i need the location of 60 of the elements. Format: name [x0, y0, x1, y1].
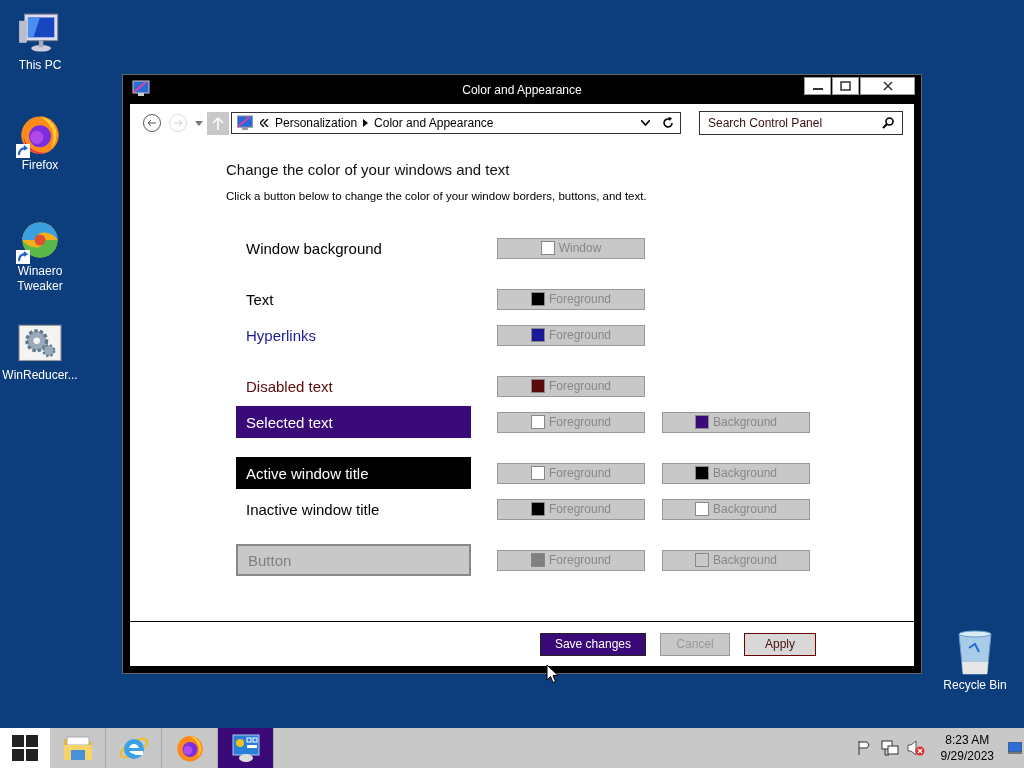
breadcrumb-arrow-icon [363, 119, 369, 127]
element-label: Text [245, 289, 275, 310]
clock-time[interactable]: 8:23 AM [945, 733, 990, 747]
up-arrow-icon [212, 116, 224, 130]
breadcrumb[interactable]: Personalization [275, 116, 358, 130]
firefox-icon[interactable] [174, 733, 205, 763]
page-heading: Change the color of your windows and text [226, 161, 511, 178]
element-label: Disabled text [245, 376, 334, 397]
start-button[interactable] [0, 728, 50, 768]
maximize-icon [840, 81, 851, 91]
desktop-icon-label[interactable]: Firefox [21, 158, 59, 173]
color-button[interactable]: Foreground [497, 288, 645, 310]
element-preview: Button [236, 544, 471, 576]
minimize-button[interactable] [804, 77, 831, 95]
element-label: Window background [245, 238, 383, 259]
refresh-icon[interactable] [662, 117, 674, 129]
breadcrumb[interactable]: Color and Appearance [374, 116, 494, 130]
dialog-button[interactable]: Save changes [539, 632, 646, 656]
color-button[interactable]: Foreground [497, 411, 645, 433]
taskbar-button[interactable] [218, 728, 274, 768]
element-label: Inactive window title [245, 499, 381, 520]
search-field[interactable]: Search Control Panel [699, 111, 903, 135]
desktop-icon-label[interactable]: Recycle Bin [943, 678, 1007, 693]
element-preview: Active window title [236, 457, 471, 489]
description: Click a button below to change the color of your window borders, buttons, and text. [226, 190, 648, 202]
monitor-icon [132, 80, 150, 97]
control-panel-icon[interactable] [229, 733, 262, 763]
color-button[interactable]: Background [662, 462, 810, 484]
element-preview: Selected text [236, 406, 471, 438]
search-icon[interactable] [882, 117, 894, 129]
network-icon[interactable] [880, 740, 899, 756]
color-button[interactable]: Foreground [497, 498, 645, 520]
muted-speaker-icon[interactable] [906, 740, 925, 756]
maximize-button[interactable] [832, 77, 859, 95]
window-title: Color and Appearance [462, 82, 582, 97]
color-button[interactable]: Background [662, 498, 810, 520]
desktop-icon-label[interactable]: This PC [18, 58, 62, 73]
color-button[interactable]: Foreground [497, 549, 645, 571]
minimize-icon [812, 88, 823, 90]
clock-date[interactable]: 9/29/2023 [940, 749, 994, 763]
close-button[interactable] [860, 77, 915, 95]
monitor-icon [236, 115, 254, 131]
color-button[interactable]: Foreground [497, 462, 645, 484]
color-button[interactable]: Window [497, 237, 645, 259]
desktop-icon-label[interactable]: Winaero Tweaker [0, 264, 80, 294]
color-button[interactable]: Foreground [497, 375, 645, 397]
close-icon [882, 81, 893, 91]
folder-icon[interactable] [61, 733, 94, 763]
recycle-bin-icon [955, 630, 995, 676]
color-button[interactable]: Foreground [497, 324, 645, 346]
chevron-down-icon[interactable] [641, 120, 650, 126]
address-bar[interactable]: Personalization Color and Appearance [231, 112, 681, 134]
element-label: Hyperlinks [245, 325, 318, 346]
color-button[interactable]: Background [662, 549, 810, 571]
color-button[interactable]: Background [662, 411, 810, 433]
caret-icon [195, 120, 203, 126]
windows-logo-icon [12, 735, 38, 761]
desktop-icon-label[interactable]: WinReducer... [2, 368, 78, 383]
double-chevron-icon [260, 119, 269, 127]
dialog-button[interactable]: Apply [744, 632, 816, 656]
